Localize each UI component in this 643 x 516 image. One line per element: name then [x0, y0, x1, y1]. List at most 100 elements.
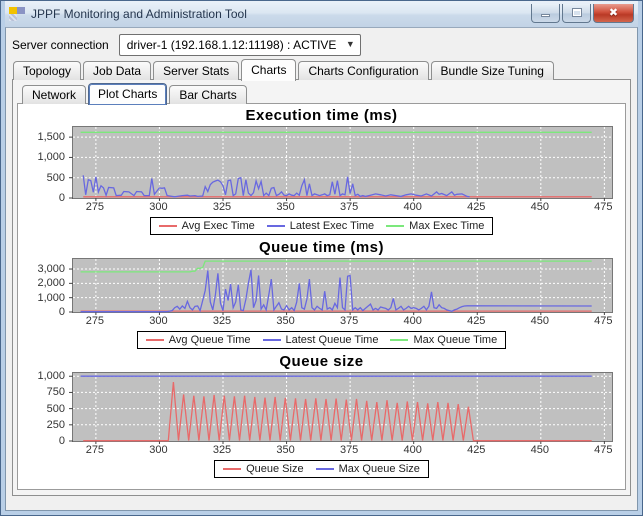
window-controls: ✖ — [531, 4, 634, 23]
x-tick-label: 400 — [404, 315, 422, 327]
close-icon: ✖ — [609, 6, 618, 19]
x-tick-label: 300 — [149, 201, 167, 213]
legend-line-icon — [146, 339, 164, 341]
y-axis: 05001,0001,500 — [22, 126, 72, 199]
y-tick-label: 0 — [59, 192, 65, 204]
legend-line-icon — [316, 468, 334, 470]
x-tick-label: 275 — [86, 444, 104, 456]
legend-label: Latest Exec Time — [290, 220, 374, 232]
y-tick-label: 1,000 — [37, 370, 65, 382]
minimize-icon — [541, 14, 550, 17]
legend-line-icon — [263, 339, 281, 341]
x-axis: 275 300 325 350 375 400 425 450 475 — [72, 201, 613, 215]
y-tick-label: 3,000 — [37, 263, 65, 275]
x-tick-label: 375 — [340, 444, 358, 456]
x-tick-label: 425 — [467, 201, 485, 213]
tab-job-data[interactable]: Job Data — [83, 61, 151, 80]
chart-title: Queue time (ms) — [22, 239, 621, 256]
x-tick-label: 350 — [276, 444, 294, 456]
legend-item: Latest Exec Time — [267, 220, 374, 232]
x-axis: 275300325350375400425450475 — [72, 444, 613, 458]
window-title: JPPF Monitoring and Administration Tool — [31, 7, 525, 21]
legend-label: Max Queue Time — [413, 334, 497, 346]
x-tick-label: 325 — [213, 201, 231, 213]
chart-legend: Avg Queue Time Latest Queue Time Max Queue… — [137, 331, 506, 349]
chart-canvas[interactable] — [72, 372, 613, 442]
tab-charts[interactable]: Charts — [241, 59, 296, 81]
legend-item: Queue Size — [223, 463, 303, 475]
legend-item: Max Queue Time — [390, 334, 497, 346]
tab-bundle-size-tuning[interactable]: Bundle Size Tuning — [431, 61, 554, 80]
legend-label: Avg Queue Time — [169, 334, 251, 346]
x-tick-label: 350 — [276, 201, 294, 213]
server-connection-label: Server connection — [12, 38, 109, 52]
maximize-button[interactable] — [562, 4, 591, 23]
x-tick-label: 375 — [340, 201, 358, 213]
x-tick-label: 325 — [213, 315, 231, 327]
tab-charts-configuration[interactable]: Charts Configuration — [298, 61, 428, 80]
y-tick-label: 1,500 — [37, 131, 65, 143]
legend-line-icon — [386, 225, 404, 227]
x-tick-label: 425 — [467, 444, 485, 456]
charts-tab-panel: NetworkPlot ChartsBar Charts Execution t… — [12, 79, 631, 496]
legend-line-icon — [159, 225, 177, 227]
x-tick-label: 475 — [594, 201, 612, 213]
title-bar: JPPF Monitoring and Administration Tool … — [5, 1, 638, 27]
y-tick-label: 1,000 — [37, 151, 65, 163]
close-button[interactable]: ✖ — [593, 4, 634, 23]
server-connection-select[interactable]: driver-1 (192.168.1.12:11198) : ACTIVE ▼ — [119, 34, 361, 56]
legend-item: Max Queue Size — [316, 463, 420, 475]
main-tab-bar: TopologyJob DataServer StatsChartsCharts… — [10, 58, 633, 80]
server-connection-row: Server connection driver-1 (192.168.1.12… — [10, 31, 633, 58]
x-tick-label: 425 — [467, 315, 485, 327]
chart-canvas[interactable] — [72, 126, 613, 199]
y-tick-label: 0 — [59, 435, 65, 447]
x-tick-label: 475 — [594, 315, 612, 327]
maximize-icon — [572, 8, 582, 17]
legend-label: Queue Size — [246, 463, 303, 475]
x-axis: 275300325350375400425450475 — [72, 315, 613, 329]
legend-line-icon — [390, 339, 408, 341]
y-axis: 01,0002,0003,000 — [22, 258, 72, 313]
plot-charts-panel: Execution time (ms) 0 500 1,000 1,500 275 30… — [17, 103, 626, 490]
queue-time-chart: Queue time (ms) 01,0002,0003,000 2753003… — [22, 239, 621, 350]
chart-title: Execution time (ms) — [22, 107, 621, 124]
x-tick-label: 350 — [276, 315, 294, 327]
chart-canvas[interactable] — [72, 258, 613, 313]
legend-line-icon — [223, 468, 241, 470]
chart-title: Queue size — [22, 353, 621, 370]
sub-tab-bar: NetworkPlot ChartsBar Charts — [19, 82, 628, 104]
execution-time-chart: Execution time (ms) 0 500 1,000 1,500 275 30… — [22, 107, 621, 236]
x-tick-label: 300 — [149, 444, 167, 456]
x-tick-label: 400 — [404, 444, 422, 456]
jppf-app-icon — [9, 6, 25, 22]
queue-size-chart: Queue size 02505007501,000 2753003253503… — [22, 353, 621, 479]
y-tick-label: 500 — [47, 172, 65, 184]
subtab-bar-charts[interactable]: Bar Charts — [169, 85, 246, 104]
legend-item: Max Exec Time — [386, 220, 484, 232]
legend-line-icon — [267, 225, 285, 227]
chart-legend: Avg Exec Time Latest Exec Time Max Exec Ti… — [150, 217, 494, 235]
legend-label: Avg Exec Time — [182, 220, 255, 232]
legend-item: Avg Exec Time — [159, 220, 255, 232]
chevron-down-icon: ▼ — [346, 40, 355, 49]
client-area: Server connection driver-1 (192.168.1.12… — [5, 27, 638, 511]
tab-topology[interactable]: Topology — [13, 61, 81, 80]
server-connection-value: driver-1 (192.168.1.12:11198) : ACTIVE — [127, 38, 338, 52]
x-tick-label: 375 — [340, 315, 358, 327]
y-tick-label: 250 — [47, 419, 65, 431]
x-tick-label: 400 — [404, 201, 422, 213]
legend-label: Latest Queue Time — [286, 334, 379, 346]
minimize-button[interactable] — [531, 4, 560, 23]
x-tick-label: 275 — [86, 201, 104, 213]
y-axis: 02505007501,000 — [22, 372, 72, 442]
subtab-network[interactable]: Network — [22, 85, 86, 104]
x-tick-label: 450 — [531, 315, 549, 327]
legend-label: Max Exec Time — [409, 220, 484, 232]
x-tick-label: 450 — [531, 201, 549, 213]
y-tick-label: 1,000 — [37, 292, 65, 304]
subtab-plot-charts[interactable]: Plot Charts — [88, 83, 167, 105]
tab-server-stats[interactable]: Server Stats — [153, 61, 239, 80]
x-tick-label: 450 — [531, 444, 549, 456]
legend-item: Avg Queue Time — [146, 334, 251, 346]
